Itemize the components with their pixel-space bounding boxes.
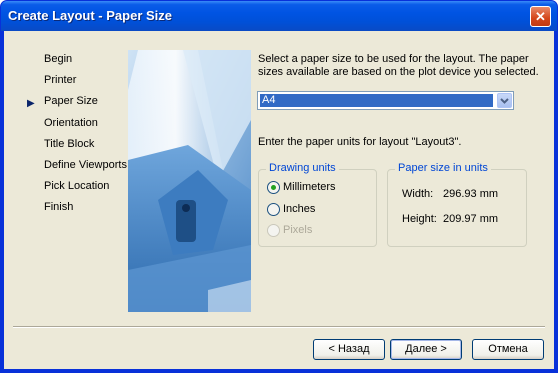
pixels-label: Pixels — [283, 224, 313, 236]
close-button[interactable]: ✕ — [530, 6, 551, 27]
inches-label[interactable]: Inches — [283, 202, 315, 217]
millimeters-label[interactable]: Millimeters — [283, 180, 336, 195]
radio-disabled-icon — [267, 224, 280, 237]
paper-size-selected-value: A4 — [260, 94, 493, 107]
title-bar[interactable]: Create Layout - Paper Size ✕ — [1, 1, 557, 31]
drawing-units-group: Drawing units Millimeters Inches Pixels — [258, 162, 377, 247]
drawing-units-title: Drawing units — [266, 162, 339, 174]
window-title: Create Layout - Paper Size — [8, 8, 172, 23]
units-instruction: Enter the paper units for layout "Layout… — [258, 136, 462, 148]
step-pick-location[interactable]: Pick Location — [44, 180, 127, 201]
plotter-illustration — [128, 50, 251, 312]
next-button[interactable]: Далее > — [390, 339, 462, 360]
width-label: Width: — [402, 188, 434, 200]
dialog-window: Create Layout - Paper Size ✕ ▶ Begin Pri… — [0, 0, 558, 373]
paper-size-select[interactable]: A4 — [257, 91, 514, 110]
chevron-down-icon — [500, 98, 509, 104]
instruction-line: Select a paper size to be used for the l… — [258, 53, 529, 65]
divider — [13, 326, 545, 328]
height-label: Height: — [402, 213, 437, 225]
step-define-viewports[interactable]: Define Viewports — [44, 159, 127, 180]
instruction-line: sizes available are based on the plot de… — [258, 66, 539, 78]
step-orientation[interactable]: Orientation — [44, 117, 127, 138]
wizard-steps: Begin Printer Paper Size Orientation Tit… — [44, 53, 127, 223]
step-finish[interactable]: Finish — [44, 201, 127, 222]
dialog-body: ▶ Begin Printer Paper Size Orientation T… — [4, 31, 554, 369]
paper-size-units-title: Paper size in units — [395, 162, 491, 174]
width-value: 296.93 mm — [443, 188, 499, 200]
close-icon: ✕ — [535, 9, 546, 24]
step-paper-size[interactable]: Paper Size — [44, 95, 127, 116]
step-title-block[interactable]: Title Block — [44, 138, 127, 159]
step-begin[interactable]: Begin — [44, 53, 127, 74]
cancel-button[interactable]: Отмена — [472, 339, 544, 360]
dropdown-button[interactable] — [497, 93, 512, 108]
back-button[interactable]: < Назад — [313, 339, 385, 360]
height-value: 209.97 mm — [443, 213, 499, 225]
current-step-pointer-icon: ▶ — [27, 98, 35, 109]
radio-unselected-icon[interactable] — [267, 203, 280, 216]
step-printer[interactable]: Printer — [44, 74, 127, 95]
paper-size-instruction: Select a paper size to be used for the l… — [258, 53, 548, 79]
paper-size-units-group: Paper size in units Width: 296.93 mm Hei… — [387, 162, 527, 247]
radio-selected-icon[interactable] — [267, 181, 280, 194]
